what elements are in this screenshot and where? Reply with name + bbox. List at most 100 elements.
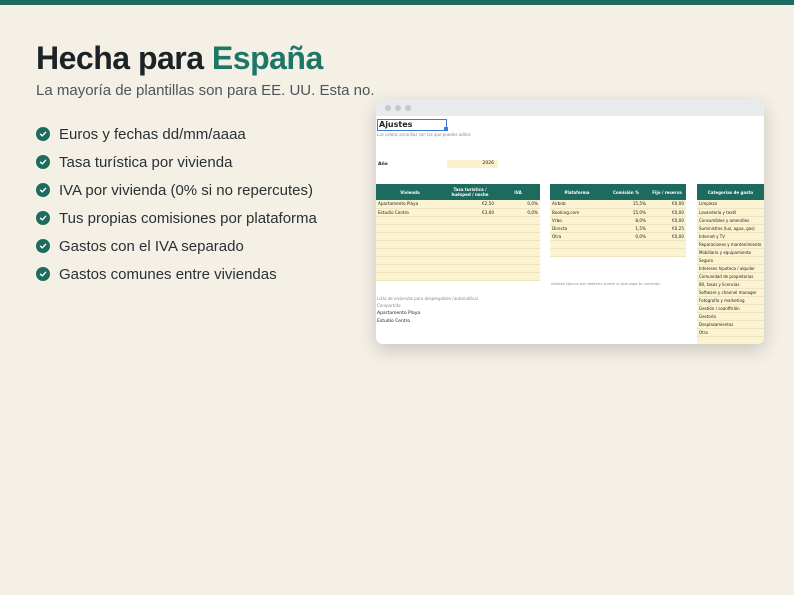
table-cell[interactable]: €0,00 [648, 200, 686, 209]
table-cell[interactable] [496, 240, 540, 249]
feature-item: Tus propias comisiones por plataforma [36, 204, 317, 232]
table-cell[interactable]: 15,5% [604, 200, 648, 209]
list-item: Lavandería y textil [697, 208, 764, 217]
list-item: Otra [697, 328, 764, 337]
table-cell[interactable] [604, 248, 648, 257]
table-row [376, 256, 540, 265]
table-cell[interactable] [376, 232, 444, 241]
table-cell[interactable]: 1,5% [604, 224, 648, 233]
table-cell[interactable] [444, 224, 496, 233]
table-cell[interactable] [496, 216, 540, 225]
table-header: IVA [496, 184, 540, 200]
table-cell[interactable]: Airbnb [550, 200, 604, 209]
table-cell[interactable]: Otra [550, 232, 604, 241]
table-cell[interactable]: Estudio Centro [376, 208, 444, 217]
table-cell[interactable]: 0,0% [496, 200, 540, 209]
table-cell[interactable]: 0,0% [604, 232, 648, 241]
table-cell[interactable]: 15,0% [604, 208, 648, 217]
categorias-table: Categorías de gasto Limpieza Lavandería … [697, 184, 764, 344]
table-cell[interactable]: Otra [697, 328, 764, 337]
table-cell[interactable]: €0,00 [648, 232, 686, 241]
list-item: Comunidad de propietarios [697, 272, 764, 281]
table-cell[interactable] [444, 240, 496, 249]
table-cell[interactable] [376, 272, 444, 281]
table-cell[interactable]: €2,50 [444, 200, 496, 209]
table-cell[interactable] [697, 336, 764, 344]
table-cell[interactable]: Apartamento Playa [376, 200, 444, 209]
table-cell[interactable]: Seguro [697, 256, 764, 265]
table-row [376, 224, 540, 233]
table-cell[interactable] [444, 264, 496, 273]
table-cell[interactable] [376, 256, 444, 265]
table-cell[interactable]: Suministros (luz, agua, gas) [697, 224, 764, 233]
table-cell[interactable]: IBI, tasas y licencias [697, 280, 764, 289]
table-cell[interactable] [648, 248, 686, 257]
table-header: Fijo / reserva [648, 184, 686, 200]
table-cell[interactable] [496, 272, 540, 281]
table-cell[interactable]: Reparaciones y mantenimiento [697, 240, 764, 249]
window-dot-close[interactable] [385, 105, 391, 111]
year-input-cell[interactable]: 2026 [447, 160, 498, 168]
table-cell[interactable] [444, 248, 496, 257]
table-cell[interactable] [550, 240, 604, 249]
table-cell[interactable] [376, 216, 444, 225]
table-cell[interactable] [648, 240, 686, 249]
table-cell[interactable]: Gestión / coanfitrión [697, 304, 764, 313]
table-cell[interactable] [444, 256, 496, 265]
table-cell[interactable]: Desplazamientos [697, 320, 764, 329]
table-cell[interactable]: Intereses hipoteca / alquiler [697, 264, 764, 273]
table-cell[interactable]: 0,0% [496, 208, 540, 217]
cell-fill-handle[interactable] [444, 127, 448, 131]
feature-list: Euros y fechas dd/mm/aaaa Tasa turística… [36, 120, 317, 288]
table-cell[interactable]: Consumibles y amenities [697, 216, 764, 225]
table-row: Apartamento Playa €2,50 0,0% [376, 200, 540, 209]
table-cell[interactable] [444, 272, 496, 281]
table-cell[interactable]: Fotografía y marketing [697, 296, 764, 305]
table-cell[interactable] [376, 224, 444, 233]
list-item [697, 336, 764, 344]
settings-sheet: Ajustes Las celdas amarillas son las que… [376, 116, 764, 344]
table-cell[interactable]: €0,25 [648, 224, 686, 233]
table-row [376, 216, 540, 225]
feature-label: Gastos con el IVA separado [59, 237, 244, 255]
table-cell[interactable] [496, 256, 540, 265]
check-circle-icon [36, 211, 50, 225]
table-cell[interactable]: Internet y TV [697, 232, 764, 241]
table-cell[interactable] [444, 216, 496, 225]
table-cell[interactable] [496, 264, 540, 273]
table-cell[interactable]: Software y channel manager [697, 288, 764, 297]
table-cell[interactable]: 8,0% [604, 216, 648, 225]
plataformas-note: Valores típicos por defecto: ponte lo qu… [551, 281, 661, 286]
list-item: Seguro [697, 256, 764, 265]
table-cell[interactable]: €0,00 [648, 208, 686, 217]
table-cell[interactable]: €0,00 [648, 216, 686, 225]
table-cell[interactable] [604, 240, 648, 249]
table-cell[interactable] [496, 232, 540, 241]
table-cell[interactable]: Mobiliario y equipamiento [697, 248, 764, 257]
table-cell[interactable]: €3,00 [444, 208, 496, 217]
list-item: Gestoría [697, 312, 764, 321]
sheet-title-cell[interactable]: Ajustes [377, 119, 447, 131]
viviendas-list-note: Lista de viviendas para desplegables (au… [377, 296, 480, 301]
check-circle-icon [36, 127, 50, 141]
window-dot-minimize[interactable] [395, 105, 401, 111]
list-item: Intereses hipoteca / alquiler [697, 264, 764, 273]
table-cell[interactable] [496, 224, 540, 233]
table-cell[interactable]: Directa [550, 224, 604, 233]
table-cell[interactable]: Vrbo [550, 216, 604, 225]
table-cell[interactable]: Gestoría [697, 312, 764, 321]
table-cell[interactable]: Booking.com [550, 208, 604, 217]
table-cell[interactable] [550, 248, 604, 257]
table-row [376, 248, 540, 257]
table-cell[interactable]: Lavandería y textil [697, 208, 764, 217]
table-cell[interactable] [376, 264, 444, 273]
window-dot-maximize[interactable] [405, 105, 411, 111]
table-cell[interactable]: Comunidad de propietarios [697, 272, 764, 281]
table-cell[interactable] [496, 248, 540, 257]
table-cell[interactable]: Limpieza [697, 200, 764, 209]
list-item: Gestión / coanfitrión [697, 304, 764, 313]
table-cell[interactable] [444, 232, 496, 241]
feature-item: IVA por vivienda (0% si no repercutes) [36, 176, 317, 204]
table-cell[interactable] [376, 240, 444, 249]
table-cell[interactable] [376, 248, 444, 257]
